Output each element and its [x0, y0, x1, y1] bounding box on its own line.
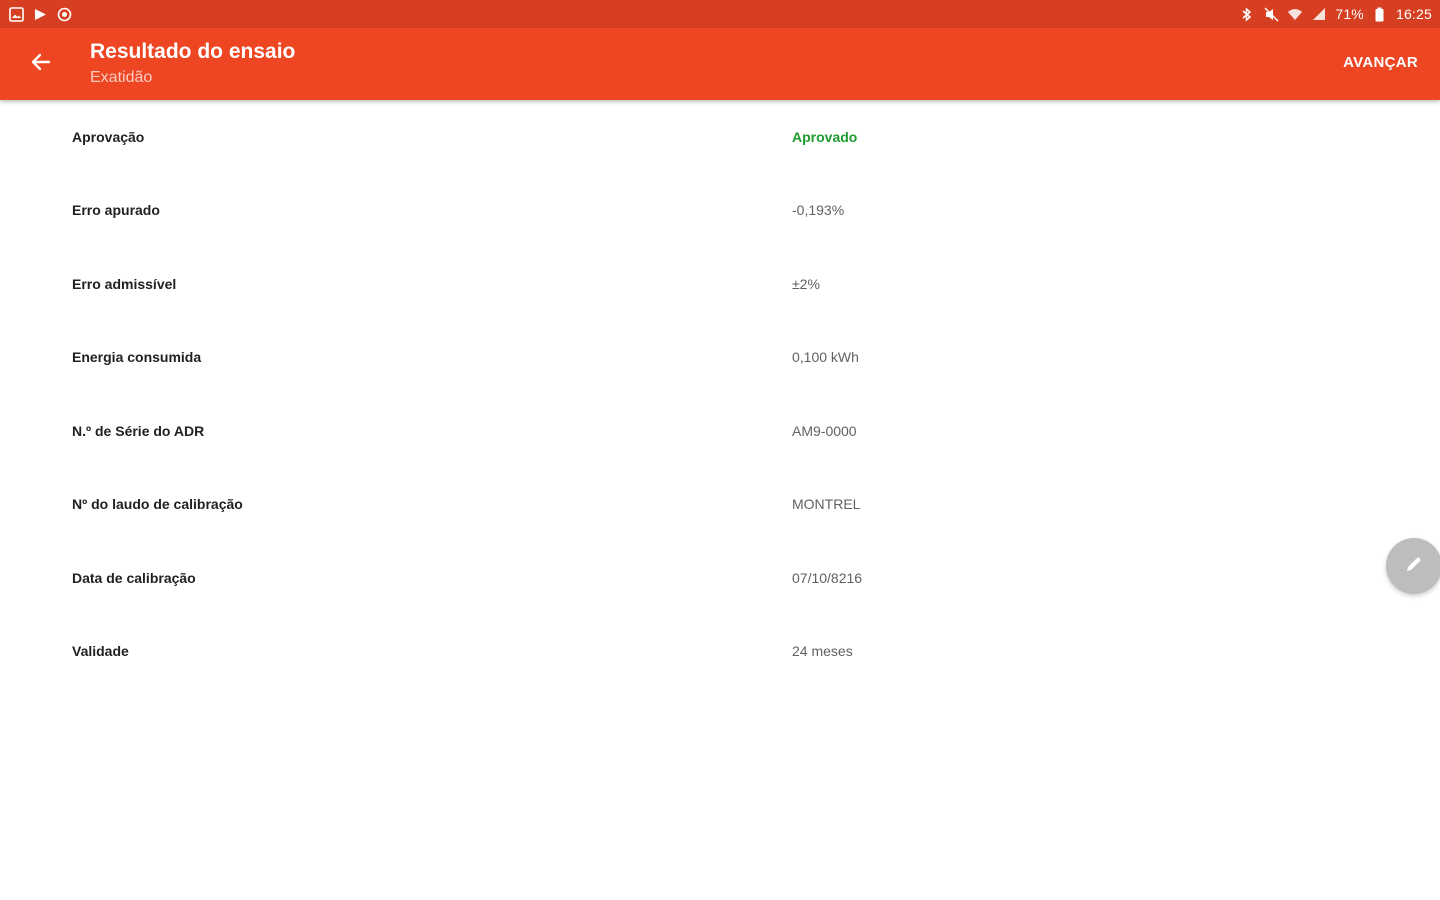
- row-label: Erro admissível: [72, 275, 177, 292]
- row-label: Validade: [72, 643, 129, 660]
- row-value: ±2%: [792, 275, 820, 292]
- edit-fab-button[interactable]: [1386, 538, 1440, 594]
- result-row-report-number: Nº do laudo de calibração MONTREL: [0, 468, 1440, 542]
- row-value: 07/10/8216: [792, 569, 863, 586]
- record-icon: [56, 6, 72, 22]
- result-row-serial: N.º de Série do ADR AM9-0000: [0, 394, 1440, 468]
- row-value: 0,100 kWh: [792, 349, 859, 366]
- row-value: MONTREL: [792, 496, 861, 513]
- result-row-validity: Validade 24 meses: [0, 615, 1440, 689]
- status-time: 16:25: [1395, 6, 1432, 22]
- result-row-allowed-error: Erro admissível ±2%: [0, 247, 1440, 321]
- advance-button[interactable]: AVANÇAR: [1343, 54, 1418, 71]
- arrow-left-icon: [29, 51, 51, 78]
- bluetooth-icon: [1239, 6, 1255, 22]
- row-value-approval-status: Aprovado: [792, 128, 858, 145]
- status-left: [8, 6, 72, 22]
- battery-icon: [1372, 6, 1388, 22]
- mute-icon: [1263, 6, 1279, 22]
- result-row-measured-error: Erro apurado -0,193%: [0, 174, 1440, 248]
- edit-icon: [1403, 553, 1425, 580]
- result-row-calibration-date: Data de calibração 07/10/8216: [0, 541, 1440, 615]
- page-title: Resultado do ensaio: [90, 40, 296, 63]
- row-label: Erro apurado: [72, 202, 160, 219]
- status-right: 71% 16:25: [1239, 6, 1432, 22]
- row-label: Aprovação: [72, 128, 145, 145]
- wifi-icon: [1287, 6, 1303, 22]
- signal-icon: [1311, 6, 1327, 22]
- battery-percent: 71%: [1335, 6, 1364, 22]
- result-row-approval: Aprovação Aprovado: [0, 100, 1440, 174]
- image-icon: [8, 6, 24, 22]
- row-label: Energia consumida: [72, 349, 202, 366]
- row-value: -0,193%: [792, 202, 845, 219]
- row-label: Nº do laudo de calibração: [72, 496, 243, 513]
- back-button[interactable]: [20, 44, 60, 84]
- row-label: Data de calibração: [72, 569, 196, 586]
- page-subtitle: Exatidão: [90, 69, 153, 86]
- play-store-icon: [32, 6, 48, 22]
- title-block: Resultado do ensaio Exatidão: [90, 39, 295, 89]
- row-value: AM9-0000: [792, 422, 857, 439]
- app-bar: Resultado do ensaio Exatidão AVANÇAR: [0, 28, 1440, 100]
- status-bar: 71% 16:25: [0, 0, 1440, 28]
- row-label: N.º de Série do ADR: [72, 422, 205, 439]
- result-list: Aprovação Aprovado Erro apurado -0,193% …: [0, 100, 1440, 688]
- result-row-energy: Energia consumida 0,100 kWh: [0, 321, 1440, 395]
- row-value: 24 meses: [792, 643, 853, 660]
